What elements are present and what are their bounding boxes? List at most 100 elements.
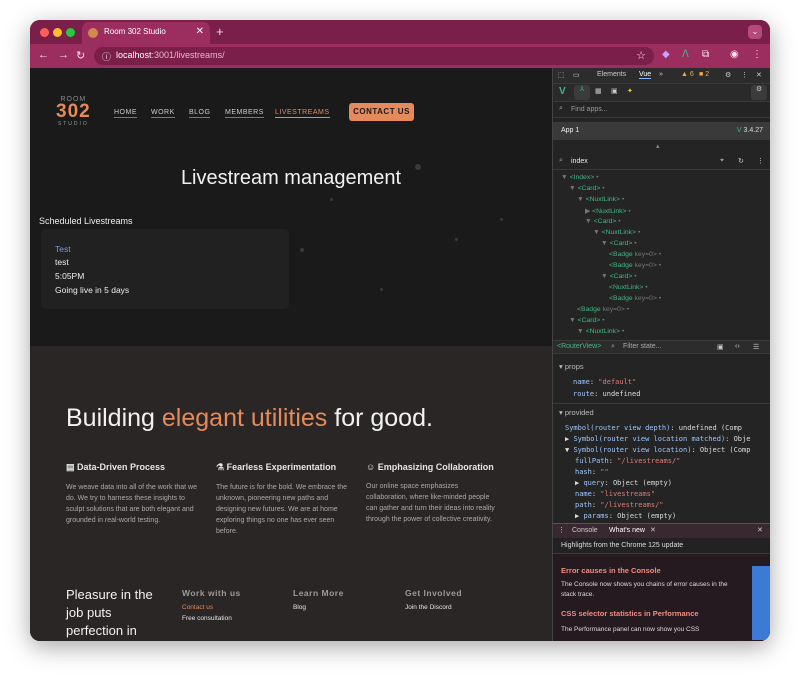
browser-toolbar: ← → ↻ ⓘ localhost:3001/livestreams/ ☆ ◆ … [30,44,770,68]
provided-section-title[interactable]: ▾ provided [559,408,594,417]
close-drawer-icon[interactable]: ✕ [757,526,763,534]
contact-us-button[interactable]: CONTACT US [349,103,414,121]
decorative-dot [455,238,458,241]
tab-title: Room 302 Studio [104,27,166,36]
prop-route: route: undefined [573,390,641,398]
tab-vue[interactable]: Vue [639,71,652,79]
new-tab-button[interactable]: + [216,24,224,39]
extension-diamond-icon[interactable]: ◆ [662,49,670,60]
zoom-window-button[interactable] [66,28,75,37]
code-icon[interactable]: ‹› [735,343,740,350]
address-bar[interactable]: ⓘ localhost:3001/livestreams/ ☆ [94,47,654,65]
back-arrow-icon[interactable]: ← [38,49,49,61]
nav-work[interactable]: WORK [151,109,175,118]
news-title-error-causes[interactable]: Error causes in the Console [561,566,661,575]
component-tree-node[interactable]: <NuxtLink> • [609,284,648,291]
footer-get-involved: Get Involved Join the Discord [405,588,463,611]
component-tree-node[interactable]: ▼ <NuxtLink> • [577,196,624,203]
provided-entry[interactable]: ▼ Symbol(router view location): Object (… [565,446,750,454]
component-tree-node[interactable]: ▼ <NuxtLink> • [593,229,640,236]
footer-discord-link[interactable]: Join the Discord [405,604,462,611]
provided-entry[interactable]: ▶ Symbol(router view location matched): … [565,435,750,443]
settings-gear-icon[interactable]: ⚙ [725,71,731,79]
feature-data-driven: ▤ Data-Driven Process We weave data into… [66,462,197,524]
warning-count[interactable]: ▲ 6 [681,71,694,78]
drawer-tab-whats-new[interactable]: What's new [609,527,645,534]
footer-blog-link[interactable]: Blog [293,604,344,611]
profile-avatar-icon[interactable]: ◉ [730,49,739,60]
pinia-icon[interactable]: ▣ [611,87,618,95]
filter-search-icon: ⌕ [611,343,615,350]
find-apps-bar[interactable]: ⌕ Find apps... [553,102,770,118]
site-logo[interactable]: ROOM 302 STUDIO [56,96,91,127]
component-tree-node[interactable]: <Badge key=0> • [609,262,661,269]
section-divider [553,403,770,404]
reload-icon[interactable]: ↻ [76,49,85,62]
kebab-menu-icon[interactable]: ⋮ [752,49,762,60]
devtools-menu-icon[interactable]: ⋮ [741,71,748,79]
component-search-input[interactable]: index [571,158,588,165]
component-tree-node[interactable]: ▼ <Card> • [585,218,621,225]
tab-elements[interactable]: Elements [597,71,626,78]
news-title-css-selector[interactable]: CSS selector statistics in Performance [561,609,699,618]
site-info-icon[interactable]: ⓘ [102,50,111,63]
vue-extension-icon[interactable]: ᐱ [682,49,689,60]
component-tree-node[interactable]: <Badge key=0> • [577,306,629,313]
provided-entry[interactable]: ▶ params: Object (empty) [575,512,676,520]
error-count[interactable]: ■ 2 [699,71,709,78]
close-tab-icon[interactable]: ✕ [196,26,204,37]
minimize-window-button[interactable] [53,28,62,37]
props-section-title[interactable]: ▾ props [559,362,584,371]
close-window-button[interactable] [40,28,49,37]
feature-collaboration: ☺ Emphasizing Collaboration Our online s… [366,462,495,523]
footer-contact-link[interactable]: Contact us [182,604,241,611]
livestream-title-link[interactable]: Test [55,244,71,254]
component-tree-node[interactable]: ▼ <NuxtLink> • [577,328,624,335]
expand-list-icon[interactable]: ☰ [753,343,759,351]
tree-menu-icon[interactable]: ⋮ [757,157,764,165]
component-search-bar[interactable]: ⌕ index ⌖ ↻ ⋮ [553,154,770,170]
nav-members[interactable]: MEMBERS [225,109,264,118]
inspect-icon[interactable]: ⬚ [558,71,565,79]
device-toggle-icon[interactable]: ▭ [573,71,580,79]
filter-state-input[interactable]: Filter state... [623,343,662,350]
refresh-icon[interactable]: ↻ [738,157,744,165]
vue-settings-icon[interactable]: ⚙ [751,85,767,100]
extensions-puzzle-icon[interactable]: ⧉ [702,49,709,60]
select-component-icon[interactable]: ⌖ [720,157,724,165]
close-whats-new-tab-icon[interactable]: ✕ [650,526,656,534]
app-selector[interactable]: App 1 V 3.4.27 [553,122,770,140]
screenshot-icon[interactable]: ▣ [717,343,724,351]
footer-consultation-link[interactable]: Free consultation [182,615,241,622]
browser-tab[interactable]: Room 302 Studio ✕ [82,22,210,44]
nav-home[interactable]: HOME [114,109,137,118]
forward-arrow-icon[interactable]: → [58,49,69,61]
provided-entry[interactable]: ▶ query: Object (empty) [575,479,672,487]
component-tree-node[interactable]: ▼ <Card> • [569,185,605,192]
timeline-icon[interactable]: ▦ [595,87,602,95]
vue-version: V 3.4.27 [736,127,763,134]
find-apps-input[interactable]: Find apps... [571,106,608,113]
bookmark-star-icon[interactable]: ☆ [636,49,646,62]
component-tree-node[interactable]: <Badge key=0> • [609,251,661,258]
component-tree-node[interactable]: ▼ <Card> • [569,317,605,324]
component-tree-node[interactable]: ▼ <Card> • [601,240,637,247]
component-tree-node[interactable]: ▶ <NuxtLink> • [585,207,631,215]
component-tree-node[interactable]: ▼ <Card> • [601,273,637,280]
component-tree-node[interactable]: ▼ <Index> • [561,174,598,181]
drawer-tab-console[interactable]: Console [572,527,598,534]
close-devtools-icon[interactable]: ✕ [756,71,762,79]
router-icon[interactable]: ✦ [627,87,633,95]
nav-blog[interactable]: BLOG [189,109,211,118]
nav-livestreams[interactable]: LIVESTREAMS [275,109,330,118]
livestream-card[interactable]: Test test 5:05PM Going live in 5 days [41,229,289,309]
news-text-css-selector: The Performance panel can now show you C… [561,626,700,633]
components-tree-icon[interactable]: ⅄ [574,85,590,100]
collapse-chevron-icon[interactable]: ▴ [656,142,660,150]
provided-entry: path: "/livestreams/" [575,501,664,509]
more-tabs-icon[interactable]: » [659,71,663,78]
provided-entry: name: "livestreams" [575,490,656,498]
component-tree-node[interactable]: <Badge key=0> • [609,295,661,302]
tab-search-chevron-icon[interactable]: ⌄ [748,25,762,39]
drawer-menu-icon[interactable]: ⋮ [558,526,565,534]
